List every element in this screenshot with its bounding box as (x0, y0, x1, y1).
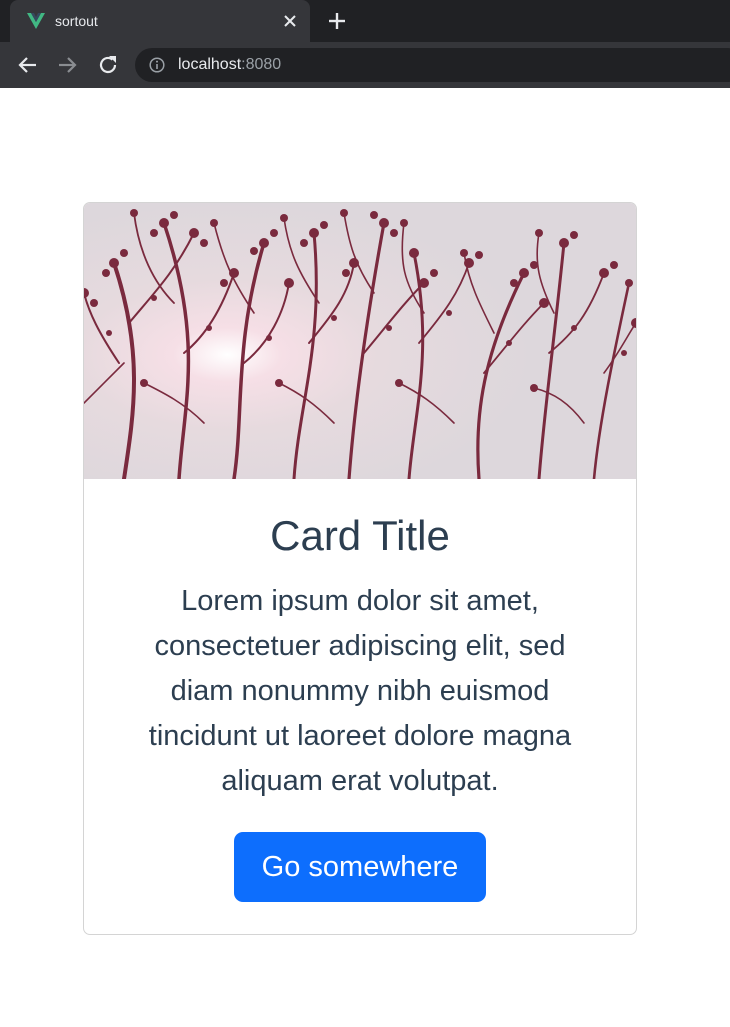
close-icon[interactable] (280, 11, 300, 31)
tree-branches-photo (84, 203, 636, 479)
card-text: Lorem ipsum dolor sit amet, consectetuer… (148, 585, 572, 797)
plus-icon[interactable] (326, 10, 348, 32)
page-content: Card Title Lorem ipsum dolor sit amet, c… (0, 88, 730, 1027)
card-title: Card Title (270, 512, 450, 559)
info-icon[interactable] (149, 57, 165, 73)
vue-logo-icon (27, 13, 45, 29)
forward-arrow-icon[interactable] (55, 53, 79, 77)
go-somewhere-button[interactable]: Go somewhere (234, 832, 486, 902)
back-arrow-icon[interactable] (16, 53, 40, 77)
browser-window: sortout localhost:8080 Card Title Lorem … (0, 0, 730, 1027)
browser-tab[interactable]: sortout (10, 0, 310, 42)
url-port: :8080 (241, 56, 282, 73)
browser-toolbar: localhost:8080 (0, 42, 730, 88)
card: Card Title Lorem ipsum dolor sit amet, c… (83, 202, 637, 935)
address-bar[interactable]: localhost:8080 (135, 48, 730, 82)
tab-strip: sortout (0, 0, 730, 42)
url-text[interactable]: localhost:8080 (178, 56, 281, 74)
url-host: localhost (178, 56, 242, 73)
tab-title: sortout (55, 13, 98, 29)
reload-icon[interactable] (96, 53, 120, 77)
